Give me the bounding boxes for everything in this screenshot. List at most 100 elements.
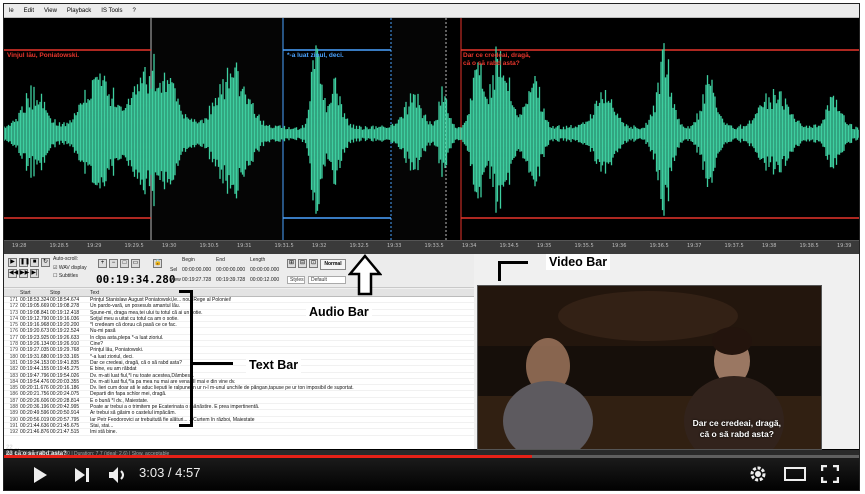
pause-icon[interactable]: ❚❚ — [19, 258, 30, 267]
tool-icon-2[interactable]: ⊟ — [298, 259, 307, 268]
row-start: 00:20:21.756 — [20, 391, 50, 398]
play-icon[interactable]: ▶ — [8, 258, 17, 267]
row-stop: 00:21:45.675 — [50, 422, 80, 429]
row-stop: 00:19:33.165 — [50, 353, 80, 360]
row-number: 189 — [9, 410, 18, 417]
video-bar-pointer — [498, 261, 501, 281]
row-stop: 00:19:08.278 — [50, 303, 80, 310]
menu-is-tools[interactable]: IS Tools — [96, 8, 127, 14]
time-display: 3:03 / 4:57 — [139, 465, 200, 480]
view-end: 00:19:39.728 — [216, 277, 246, 283]
window-frame: le Edit View Playback IS Tools ? Vinjul … — [3, 3, 860, 491]
default-style-select[interactable]: Default — [308, 276, 346, 284]
row-stop: 00:20:28.814 — [50, 397, 80, 404]
row-number: 183 — [9, 372, 18, 379]
row-number: 191 — [9, 422, 18, 429]
end-label: End — [216, 257, 225, 263]
playback-controls: ▶ ❚❚ ■ ↻ ◀◀ ▶▶ ▶| Auto-scroll: ☑ WAV dis… — [4, 254, 474, 288]
menu-file[interactable]: le — [4, 8, 19, 14]
video-player-controls: 3:03 / 4:57 — [4, 458, 859, 490]
timeline-tick-label: 19:35 — [537, 243, 552, 249]
menu-edit[interactable]: Edit — [19, 8, 39, 14]
row-stop: 00:20:50.914 — [50, 410, 80, 417]
theater-mode-icon[interactable] — [784, 466, 806, 482]
row-number: 190 — [9, 416, 18, 423]
table-row[interactable]: 192 00:21:46.876 00:21:47.515 Îmi stã bine. — [4, 429, 474, 436]
timeline-tick-label: 19:29.5 — [124, 243, 144, 249]
row-stop: 00:20:03.355 — [50, 378, 80, 385]
sel-length: 00:00:00.000 — [250, 267, 280, 273]
text-bar-bracket — [179, 290, 193, 427]
row-number: 184 — [9, 378, 18, 385]
menu-view[interactable]: View — [39, 8, 62, 14]
timeline-ruler[interactable]: 19:28 19:28.5 19:29 19:29.5 19:30 19:30.5 19:3… — [4, 240, 859, 254]
row-number: 181 — [9, 359, 18, 366]
row-text: Departi din fapa schlor mei, dragã. — [90, 391, 167, 397]
header-stop[interactable]: Stop — [50, 289, 90, 296]
stop-icon[interactable]: ■ — [30, 258, 39, 267]
timeline-tick-label: 19:36 — [612, 243, 627, 249]
row-text: Dv. m-ati luat fiul,*Ia pa mea nu mai ar… — [90, 378, 236, 385]
waveform-label-3: Dar ce credeai, dragă, că o să rabd asta… — [463, 52, 531, 67]
fullscreen-icon[interactable] — [821, 465, 839, 483]
row-text: Îmi stã bine. — [90, 429, 117, 435]
play-icon[interactable] — [32, 466, 48, 484]
rewind-icon[interactable]: ◀◀ — [8, 269, 18, 278]
tool-icon-1[interactable]: ⊞ — [287, 259, 296, 268]
row-stop: 00:20:42.995 — [50, 404, 80, 411]
zoom-in-icon[interactable]: + — [98, 259, 107, 268]
wav-display-checkbox[interactable]: ☑ WAV display — [53, 265, 87, 271]
zoom-out-icon[interactable]: − — [109, 259, 118, 268]
menu-help[interactable]: ? — [128, 8, 141, 14]
timeline-tick-label: 19:33.5 — [424, 243, 444, 249]
row-start: 00:20:26.606 — [20, 397, 50, 404]
subtitles-label: Subtitles — [58, 273, 79, 279]
video-bar-pointer-arm — [498, 261, 528, 264]
row-number: 187 — [9, 397, 18, 404]
row-start: 00:19:05.669 — [20, 303, 50, 310]
text-bar-pointer — [193, 362, 233, 365]
forward-icon[interactable]: ▶▶ — [19, 269, 29, 278]
timeline-tick-label: 19:30.5 — [199, 243, 219, 249]
tool-icon-3[interactable]: ⊡ — [309, 259, 318, 268]
next-video-icon[interactable] — [74, 467, 90, 483]
row-stop: 00:19:22.524 — [50, 328, 80, 335]
row-text: În clipa asta,plepa *-a luat zioriul. — [90, 334, 164, 341]
subtitle-grid[interactable]: Start Stop Text 171 00:18:53.324 00:18:54.… — [4, 289, 474, 449]
row-start: 00:20:56.019 — [20, 416, 50, 423]
row-number: 186 — [9, 391, 18, 398]
styles-select[interactable]: Styles — [287, 276, 305, 284]
zoom-all-icon[interactable]: ▭ — [131, 259, 140, 268]
sel-begin: 00:00:00.000 — [182, 267, 212, 273]
row-start: 00:21:46.876 — [20, 429, 50, 436]
timeline-tick-label: 19:34.5 — [499, 243, 519, 249]
row-start: 00:20:49.596 — [20, 410, 50, 417]
lock-icon[interactable]: 🔒 — [153, 259, 162, 268]
row-number: 177 — [9, 334, 18, 341]
row-text: Ar trebui sã gãsim o castelul impãcãm. — [90, 410, 176, 416]
view-length: 00:00:12.000 — [250, 277, 280, 283]
header-start[interactable]: Start — [20, 289, 50, 296]
row-start: 00:18:53.324 — [20, 297, 50, 303]
next-icon[interactable]: ▶| — [30, 269, 39, 278]
waveform-canvas[interactable] — [4, 18, 860, 240]
header-text[interactable]: Text — [90, 289, 474, 296]
row-start: 00:19:12.790 — [20, 315, 50, 322]
waveform-label-1: Vinjul lău, Poniatowski. — [7, 52, 80, 59]
row-stop: 00:20:57.795 — [50, 416, 80, 423]
volume-icon[interactable] — [108, 466, 128, 484]
video-preview[interactable]: Dar ce credeai, dragă, că o să rabd asta… — [477, 285, 822, 450]
menu-playback[interactable]: Playback — [62, 8, 96, 14]
audio-waveform[interactable]: Vinjul lău, Poniatowski. *-a luat zioul,… — [4, 18, 860, 240]
row-number: 175 — [9, 322, 18, 329]
zoom-selection-icon[interactable]: □ — [120, 259, 129, 268]
row-number: 174 — [9, 315, 18, 322]
row-start: 00:20:11.676 — [20, 385, 49, 392]
loop-icon[interactable]: ↻ — [41, 258, 50, 267]
normal-button[interactable]: Normal — [320, 259, 346, 270]
audio-bar-arrow-icon — [348, 254, 382, 296]
subtitles-checkbox[interactable]: ☐ Subtitles — [53, 273, 78, 279]
settings-gear-icon[interactable] — [749, 465, 767, 483]
view-begin: 00:19:27.728 — [182, 277, 212, 283]
row-start: 00:19:26.134 — [20, 341, 50, 348]
